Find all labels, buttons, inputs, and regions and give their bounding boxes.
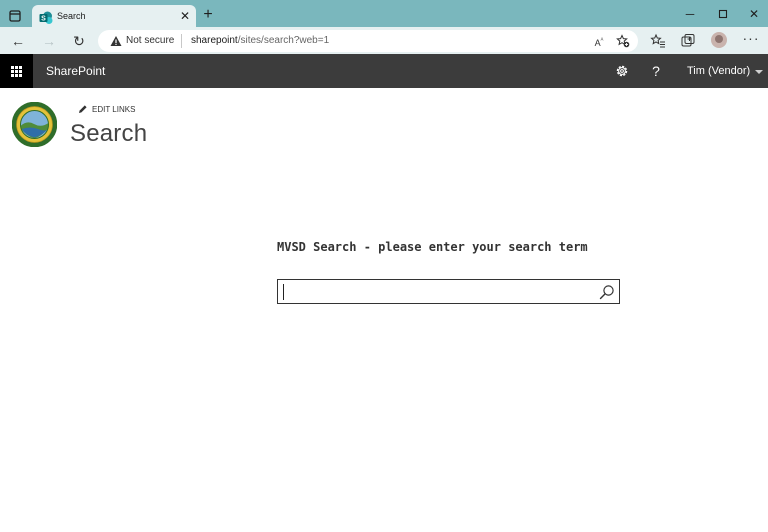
edit-links-label: EDIT LINKS [92,105,136,114]
tab-close-icon[interactable]: ✕ [178,9,192,23]
url-separator [181,34,182,48]
tab-title: Search [57,11,86,21]
sharepoint-brand-link[interactable]: SharePoint [46,64,105,78]
tab-actions-icon[interactable] [6,8,24,24]
sharepoint-suite-bar: SharePoint ? Tim (Vendor) [0,54,768,88]
favorite-add-icon[interactable] [616,34,630,48]
sharepoint-favicon-icon: S [39,11,53,24]
address-bar[interactable]: Not secure sharepoint/sites/search?web=1… [98,30,638,52]
pencil-icon [79,105,87,113]
collections-icon[interactable] [680,33,696,49]
back-arrow-icon[interactable]: ← [9,32,27,50]
search-box[interactable] [277,279,620,304]
favorites-icon[interactable] [650,33,666,49]
refresh-icon[interactable]: ↻ [70,32,88,50]
more-options-icon[interactable]: ··· [742,31,760,49]
new-tab-icon[interactable]: + [201,7,215,23]
close-window-icon[interactable]: ✕ [744,6,764,22]
url-host: sharepoint [191,35,238,46]
warning-icon[interactable] [110,35,122,47]
forward-arrow-icon[interactable]: → [40,32,58,50]
browser-toolbar: ← → ↻ Not secure sharepoint/sites/search… [0,27,768,54]
svg-text:S: S [41,16,46,23]
profile-avatar[interactable] [711,32,727,48]
site-logo[interactable] [12,102,57,147]
url-text[interactable]: sharepoint/sites/search?web=1 [191,35,329,46]
help-icon[interactable]: ? [650,62,662,80]
search-input[interactable] [282,282,592,301]
chevron-down-icon[interactable] [754,68,764,76]
read-aloud-icon[interactable]: Aᴬ [592,34,606,48]
search-prompt: MVSD Search - please enter your search t… [277,240,588,254]
security-status[interactable]: Not secure [126,35,174,46]
user-menu[interactable]: Tim (Vendor) [687,65,750,77]
app-launcher-button[interactable] [0,54,33,88]
waffle-icon [11,66,22,77]
maximize-icon[interactable] [713,6,733,22]
page-title: Search [70,120,148,147]
search-icon[interactable] [599,284,615,300]
settings-gear-icon[interactable] [614,63,630,79]
url-path: /sites/search?web=1 [237,35,330,46]
minimize-icon[interactable]: ─ [680,6,700,22]
